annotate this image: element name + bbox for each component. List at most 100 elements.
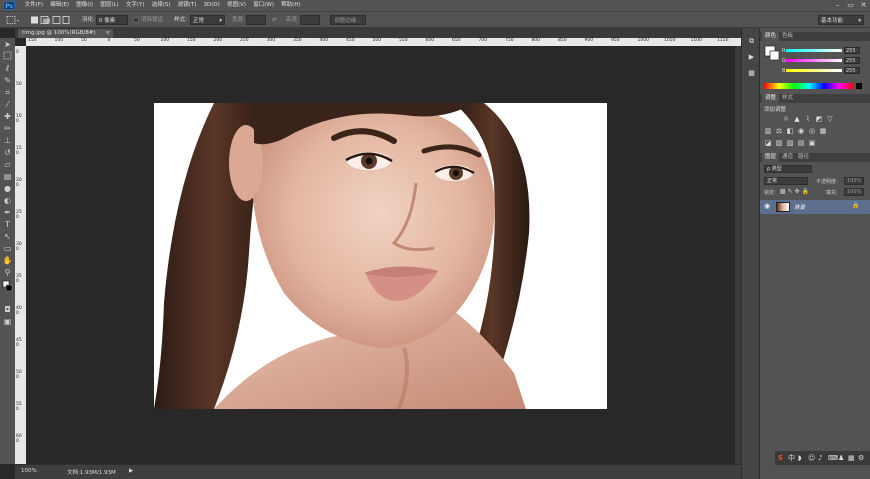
selective-color-icon[interactable]: ▣	[808, 139, 816, 147]
tab-paths[interactable]: 路径	[798, 153, 809, 162]
brush-tool-icon[interactable]: ✏	[2, 123, 13, 134]
menu-image[interactable]: 图像(I)	[73, 0, 97, 11]
rectangle-tool-icon[interactable]: ▭	[2, 243, 13, 254]
tab-close-icon[interactable]: ×	[105, 29, 110, 38]
path-select-tool-icon[interactable]: ↖	[2, 231, 13, 242]
zoom-tool-icon[interactable]: ⚲	[2, 267, 13, 278]
brightness-icon[interactable]: ☼	[782, 115, 790, 123]
exposure-icon[interactable]: ◩	[815, 115, 823, 123]
history-icon[interactable]: ⧉	[746, 36, 757, 47]
posterize-icon[interactable]: ▨	[775, 139, 783, 147]
hue-icon[interactable]: ▥	[764, 127, 772, 135]
photo-filter-icon[interactable]: ◉	[797, 127, 805, 135]
menu-type[interactable]: 文字(Y)	[122, 0, 148, 11]
levels-icon[interactable]: ▲	[793, 115, 801, 123]
history-brush-tool-icon[interactable]: ↺	[2, 147, 13, 158]
gradient-map-icon[interactable]: ▤	[797, 139, 805, 147]
threshold-icon[interactable]: ▧	[786, 139, 794, 147]
zoom-level[interactable]: 100%	[21, 468, 37, 474]
channel-mixer-icon[interactable]: ◎	[808, 127, 816, 135]
fill-input[interactable]: 100%	[844, 188, 864, 196]
status-menu-arrow-icon[interactable]: ▶	[129, 468, 133, 474]
tab-swatches[interactable]: 色板	[782, 32, 793, 41]
lasso-tool-icon[interactable]: ℓ	[2, 63, 13, 74]
hand-tool-icon[interactable]: ✋	[2, 255, 13, 266]
blend-mode-select[interactable]: 正常	[764, 177, 808, 185]
healing-brush-tool-icon[interactable]: ✚	[2, 111, 13, 122]
menu-layer[interactable]: 图层(L)	[97, 0, 123, 11]
menu-3d[interactable]: 3D(D)	[200, 0, 223, 11]
minimize-button[interactable]: –	[831, 0, 844, 11]
refine-edge-button[interactable]: 调整边缘...	[330, 15, 366, 25]
marquee-preset-icon[interactable]	[6, 15, 20, 25]
layer-name[interactable]: 背景	[794, 203, 805, 211]
vibrance-icon[interactable]: ▽	[826, 115, 834, 123]
settings-icon[interactable]: ⚙	[858, 453, 864, 463]
menu-file[interactable]: 文件(F)	[21, 0, 47, 11]
layer-kind-filter[interactable]: ρ 类型	[764, 165, 812, 173]
dodge-tool-icon[interactable]: ◐	[2, 195, 13, 206]
channel-r-value[interactable]: 255	[844, 47, 860, 54]
ime-mode-icon[interactable]: 中	[788, 453, 795, 463]
selection-mode-icons[interactable]	[30, 15, 70, 25]
document-tab[interactable]: timg.jpg @ 100%(RGB/8#) ×	[18, 29, 113, 38]
height-input[interactable]	[300, 15, 320, 25]
menu-view[interactable]: 视图(V)	[223, 0, 249, 11]
skin-icon[interactable]: ♟	[838, 453, 844, 463]
voice-icon[interactable]: ♪	[818, 453, 822, 463]
quick-mask-icon[interactable]: ◘	[2, 304, 13, 315]
menu-help[interactable]: 帮助(H)	[278, 0, 305, 11]
width-input[interactable]	[246, 15, 266, 25]
tab-color[interactable]: 颜色	[762, 32, 780, 41]
toolbox-icon[interactable]: ▦	[848, 453, 855, 463]
tab-channels[interactable]: 通道	[782, 153, 793, 162]
feather-input[interactable]: 0 像素	[96, 15, 128, 25]
blur-tool-icon[interactable]: ●	[2, 183, 13, 194]
style-select[interactable]: 正常 ▾	[190, 15, 225, 25]
opacity-input[interactable]: 100%	[844, 177, 864, 185]
menu-select[interactable]: 选择(S)	[148, 0, 174, 11]
quick-select-tool-icon[interactable]: ✎	[2, 75, 13, 86]
eyedropper-tool-icon[interactable]: ⁄	[2, 99, 13, 110]
black-white-icon[interactable]: ◧	[786, 127, 794, 135]
color-balance-icon[interactable]: ⚖	[775, 127, 783, 135]
invert-icon[interactable]: ◪	[764, 139, 772, 147]
tab-adjustments[interactable]: 调整	[762, 94, 780, 103]
eraser-tool-icon[interactable]: ▱	[2, 159, 13, 170]
tab-styles[interactable]: 样式	[782, 94, 793, 103]
foreground-background-swatch[interactable]	[764, 45, 780, 61]
restore-button[interactable]: ▭	[844, 0, 857, 11]
properties-icon[interactable]: ▦	[746, 68, 757, 79]
swap-icon[interactable]: ⇄	[272, 15, 277, 25]
channel-g-value[interactable]: 255	[844, 57, 860, 64]
keyboard-icon[interactable]: ⌨	[828, 453, 838, 463]
crop-tool-icon[interactable]: ⌗	[2, 87, 13, 98]
clone-stamp-tool-icon[interactable]: ⊥	[2, 135, 13, 146]
document-image[interactable]	[154, 103, 607, 409]
emoji-icon[interactable]: ☺	[808, 453, 815, 463]
layer-row[interactable]: ◉ 背景 🔒	[760, 200, 870, 214]
lock-icons[interactable]: ▩ ✎ ✥ 🔒	[780, 188, 809, 195]
pen-tool-icon[interactable]: ✒	[2, 207, 13, 218]
punctuation-icon[interactable]: ◗	[798, 453, 802, 463]
type-tool-icon[interactable]: T	[2, 219, 13, 230]
black-swatch[interactable]	[856, 83, 862, 89]
channel-b-value[interactable]: 255	[844, 67, 860, 74]
gradient-tool-icon[interactable]: ▤	[2, 171, 13, 182]
menu-edit[interactable]: 编辑(E)	[47, 0, 73, 11]
menu-filter[interactable]: 滤镜(T)	[174, 0, 200, 11]
marquee-tool-icon[interactable]	[2, 51, 13, 62]
curves-icon[interactable]: ⌇	[804, 115, 812, 123]
sogou-ime-icon[interactable]: S	[778, 453, 783, 463]
color-spectrum-bar[interactable]	[764, 83, 854, 89]
actions-play-icon[interactable]: ▶	[746, 52, 757, 63]
color-swatches-icon[interactable]	[2, 279, 13, 292]
color-lookup-icon[interactable]: ▦	[819, 127, 827, 135]
tab-layers[interactable]: 图层	[762, 153, 780, 162]
close-button[interactable]: ✕	[857, 0, 870, 11]
channel-b-slider[interactable]	[786, 69, 842, 72]
workspace-select[interactable]: 基本功能 ▾	[818, 15, 864, 25]
menu-window[interactable]: 窗口(W)	[250, 0, 278, 11]
antialias-checkbox[interactable]	[133, 15, 139, 25]
channel-r-slider[interactable]	[786, 49, 842, 52]
